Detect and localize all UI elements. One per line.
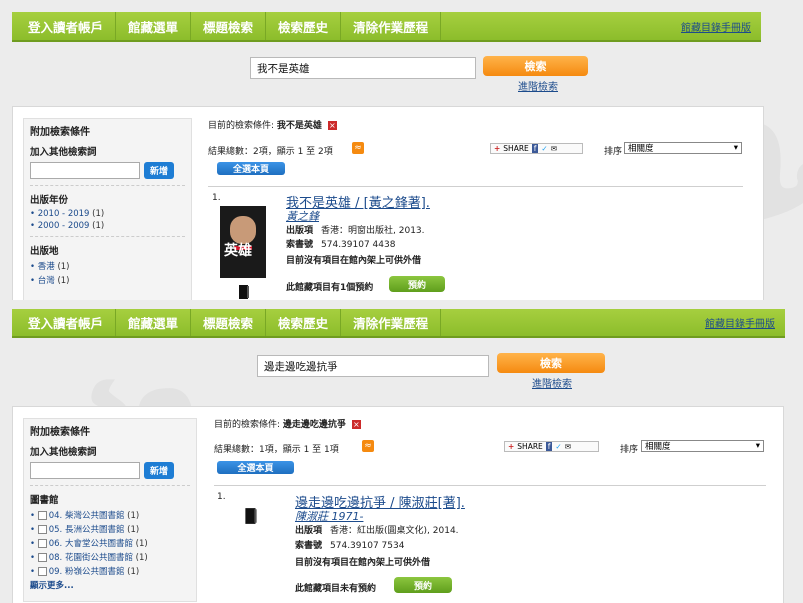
nav-item-collections[interactable]: 館藏選單 <box>116 12 192 40</box>
help-link[interactable]: 館藏目錄手冊版 <box>705 315 785 330</box>
result-count: 結果總數：2項，顯示 1 至 2項 <box>208 147 333 157</box>
remove-criteria-icon[interactable]: × <box>351 420 361 429</box>
nav-item-search-history[interactable]: 檢索歷史 <box>266 12 342 40</box>
facet-heading-year: 出版年份 <box>30 195 69 206</box>
reserve-button[interactable]: 預約 <box>389 276 445 292</box>
plus-icon: + <box>494 144 501 153</box>
chevron-down-icon: ▾ <box>755 441 760 451</box>
search-criteria: 目前的檢索條件: 邊走邊吃邊抗爭 × <box>214 420 361 430</box>
select-all-button[interactable]: 全選本頁 <box>217 162 285 175</box>
plus-icon: + <box>508 442 515 451</box>
rss-icon[interactable]: ≈ <box>362 440 374 452</box>
library-facet-item[interactable]: • 09. 粉嶺公共圖書館 (1) <box>24 564 196 578</box>
search-input[interactable]: 邊走邊吃邊抗爭 <box>257 355 489 377</box>
holds-text: 此館藏項目有1個預約 <box>286 283 374 293</box>
sidebar-title: 附加檢索條件 <box>30 127 90 138</box>
facet-item[interactable]: • 2000 - 2009 (1) <box>24 220 191 232</box>
book-icon <box>239 285 249 299</box>
facet-item[interactable]: • 2010 - 2019 (1) <box>24 208 191 220</box>
nav-item-title-search[interactable]: 標題檢索 <box>191 309 267 336</box>
book-icon <box>245 508 257 524</box>
top-nav: 登入讀者帳戶 館藏選單 標題檢索 檢索歷史 清除作業歷程 館藏目錄手冊版 <box>12 12 761 42</box>
sort-select[interactable]: 相關度 ▾ <box>641 440 764 452</box>
record-number: 1. <box>217 492 226 502</box>
sort-label: 排序 <box>604 147 623 157</box>
library-facet-item[interactable]: • 05. 長洲公共圖書館 (1) <box>24 522 196 536</box>
search-criteria: 目前的檢索條件: 我不是英雄 × <box>208 121 337 131</box>
checkbox[interactable] <box>37 511 47 520</box>
top-nav: 登入讀者帳戶 館藏選單 標題檢索 檢索歷史 清除作業歷程 館藏目錄手冊版 <box>12 309 785 338</box>
sidebar-title: 附加檢索條件 <box>30 427 90 438</box>
availability-text: 目前沒有項目在館內架上可供外借 <box>286 256 422 266</box>
checkbox[interactable] <box>37 553 47 562</box>
rss-icon[interactable]: ≈ <box>352 142 364 154</box>
call-number-row: 索書號 574.39107 4438 <box>286 240 396 250</box>
nav-item-clear-session[interactable]: 清除作業歷程 <box>341 12 442 40</box>
share-widget[interactable]: + SHARE f ✓ ✉ <box>504 441 599 452</box>
checkbox[interactable] <box>37 525 47 534</box>
add-term-label: 加入其他檢索詞 <box>30 447 97 458</box>
add-term-button[interactable]: 新增 <box>144 462 175 479</box>
nav-item-collections[interactable]: 館藏選單 <box>116 309 192 336</box>
book-cover[interactable]: 英雄 <box>220 206 266 278</box>
checkbox[interactable] <box>37 539 47 548</box>
chevron-down-icon: ▾ <box>733 143 738 153</box>
facebook-icon: f <box>531 144 539 153</box>
sort-select[interactable]: 相關度 ▾ <box>624 142 742 154</box>
screenshot-top: 登入讀者帳戶 館藏選單 標題檢索 檢索歷史 清除作業歷程 館藏目錄手冊版 我不是… <box>0 0 803 300</box>
availability-text: 目前沒有項目在館內架上可供外借 <box>295 558 431 568</box>
nav-item-clear-session[interactable]: 清除作業歷程 <box>341 309 442 336</box>
library-facet-item[interactable]: • 08. 花園街公共圖書館 (1) <box>24 550 196 564</box>
screenshot-bottom: 登入讀者帳戶 館藏選單 標題檢索 檢索歷史 清除作業歷程 館藏目錄手冊版 邊走邊… <box>0 300 803 603</box>
advanced-search-link[interactable]: 進階檢索 <box>518 78 558 93</box>
share-widget[interactable]: + SHARE f ✓ ✉ <box>490 143 583 154</box>
twitter-icon: ✓ <box>555 442 562 451</box>
search-button[interactable]: 檢索 <box>483 56 588 76</box>
add-term-button[interactable]: 新增 <box>144 162 175 179</box>
record-author-link[interactable]: 黃之鋒 <box>286 208 319 224</box>
facet-heading-library: 圖書館 <box>30 495 59 506</box>
add-term-input[interactable] <box>30 462 140 479</box>
record-author-link[interactable]: 陳淑莊 1971- <box>295 508 363 524</box>
nav-item-search-history[interactable]: 檢索歷史 <box>266 309 342 336</box>
advanced-search-link[interactable]: 進階檢索 <box>532 375 572 390</box>
search-button[interactable]: 檢索 <box>497 353 605 373</box>
result-count: 結果總數：1項，顯示 1 至 1項 <box>214 445 339 455</box>
show-more-link[interactable]: 顯示更多... <box>24 578 196 592</box>
nav-item-title-search[interactable]: 標題檢索 <box>191 12 267 40</box>
select-all-button[interactable]: 全選本頁 <box>217 461 294 474</box>
email-icon: ✉ <box>550 144 558 153</box>
remove-criteria-icon[interactable]: × <box>327 121 337 130</box>
facet-item[interactable]: • 台灣 (1) <box>24 273 191 287</box>
add-term-input[interactable] <box>30 162 140 179</box>
reserve-button[interactable]: 預約 <box>394 577 452 593</box>
publication-row: 出版項 香港：明窗出版社, 2013. <box>286 226 425 236</box>
library-facet-item[interactable]: • 04. 柴灣公共圖書館 (1) <box>24 508 196 522</box>
publication-row: 出版項 香港：紅出版(圓桌文化), 2014. <box>295 526 459 536</box>
call-number-row: 索書號 574.39107 7534 <box>295 541 405 551</box>
holds-text: 此館藏項目未有預約 <box>295 584 377 594</box>
search-input[interactable]: 我不是英雄 <box>250 57 476 79</box>
library-facet-item[interactable]: • 06. 大會堂公共圖書館 (1) <box>24 536 196 550</box>
facebook-icon: f <box>545 442 553 451</box>
checkbox[interactable] <box>37 567 47 576</box>
facet-item[interactable]: • 香港 (1) <box>24 259 191 273</box>
facet-heading-place: 出版地 <box>30 246 59 257</box>
refine-sidebar: 附加檢索條件 加入其他檢索詞 新增 圖書館 • 04. 柴灣公共圖書館 (1) … <box>23 418 197 602</box>
refine-sidebar: 附加檢索條件 加入其他檢索詞 新增 出版年份 • 2010 - 2019 (1)… <box>23 118 192 300</box>
nav-item-login[interactable]: 登入讀者帳戶 <box>12 309 117 336</box>
sort-label: 排序 <box>620 445 639 455</box>
nav-item-login[interactable]: 登入讀者帳戶 <box>12 12 117 40</box>
twitter-icon: ✓ <box>541 144 548 153</box>
record-number: 1. <box>212 193 221 203</box>
help-link[interactable]: 館藏目錄手冊版 <box>681 19 761 34</box>
email-icon: ✉ <box>564 442 572 451</box>
add-term-label: 加入其他檢索詞 <box>30 147 97 158</box>
